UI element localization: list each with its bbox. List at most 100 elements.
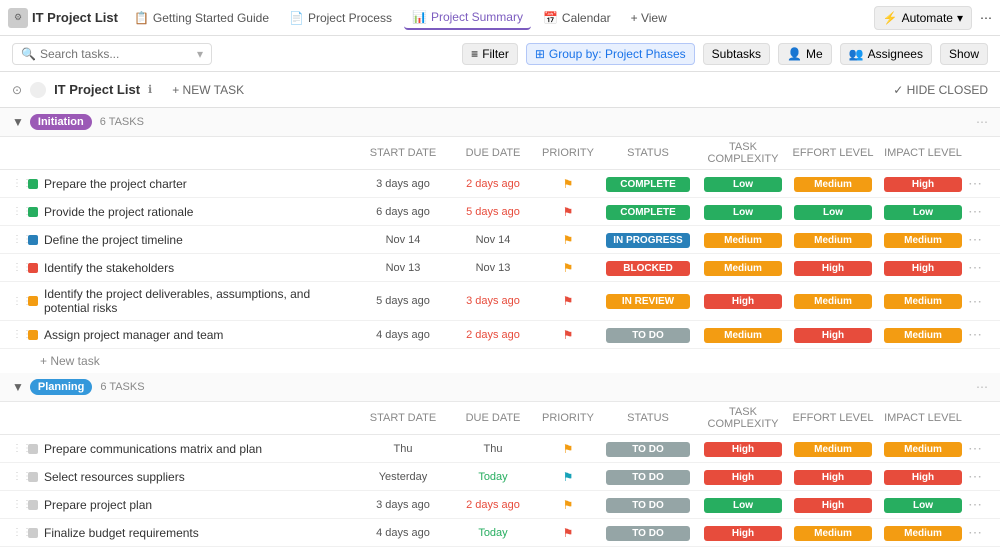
drag-handle[interactable]: ⋮⋮ (12, 499, 28, 510)
task-options[interactable]: ⋯ (968, 259, 988, 276)
task-name[interactable]: Assign project manager and team (44, 328, 358, 342)
task-complexity[interactable]: Low (698, 497, 788, 513)
task-name[interactable]: Select resources suppliers (44, 470, 358, 484)
task-priority[interactable]: ⚑ (538, 470, 598, 484)
task-complexity[interactable]: High (698, 441, 788, 457)
task-impact[interactable]: Medium (878, 327, 968, 343)
new-task-button[interactable]: + NEW TASK (172, 83, 244, 97)
project-info-icon[interactable]: ℹ (148, 83, 152, 96)
task-status[interactable]: TO DO (598, 327, 698, 343)
task-impact[interactable]: Medium (878, 232, 968, 248)
task-options[interactable]: ⋯ (968, 524, 988, 541)
task-priority[interactable]: ⚑ (538, 261, 598, 275)
task-effort[interactable]: Medium (788, 232, 878, 248)
task-options[interactable]: ⋯ (968, 231, 988, 248)
section-toggle[interactable]: ▼ (12, 380, 24, 394)
section-info-icon[interactable]: ⋯ (976, 115, 988, 129)
drag-handle[interactable]: ⋮⋮ (12, 527, 28, 538)
task-name[interactable]: Define the project timeline (44, 233, 358, 247)
task-effort[interactable]: Medium (788, 293, 878, 309)
task-effort[interactable]: High (788, 260, 878, 276)
drag-handle[interactable]: ⋮⋮ (12, 178, 28, 189)
task-effort[interactable]: Medium (788, 525, 878, 541)
task-options[interactable]: ⋯ (968, 293, 988, 310)
task-effort[interactable]: High (788, 469, 878, 485)
task-priority[interactable]: ⚑ (538, 294, 598, 308)
me-button[interactable]: 👤 Me (778, 43, 832, 65)
task-status[interactable]: TO DO (598, 469, 698, 485)
task-priority[interactable]: ⚑ (538, 498, 598, 512)
drag-handle[interactable]: ⋮⋮ (12, 471, 28, 482)
tab-add-view[interactable]: + View (623, 7, 675, 29)
search-box[interactable]: 🔍 ▾ (12, 43, 212, 65)
tab-project-process[interactable]: 📄 Project Process (281, 7, 400, 29)
task-status[interactable]: IN REVIEW (598, 293, 698, 309)
task-status[interactable]: TO DO (598, 497, 698, 513)
drag-handle[interactable]: ⋮⋮ (12, 296, 28, 307)
drag-handle[interactable]: ⋮⋮ (12, 329, 28, 340)
share-icon[interactable]: ⋯ (980, 11, 992, 25)
task-priority[interactable]: ⚑ (538, 328, 598, 342)
new-task-row[interactable]: + New task (0, 349, 1000, 373)
task-complexity[interactable]: Low (698, 204, 788, 220)
task-impact[interactable]: Low (878, 497, 968, 513)
task-status[interactable]: COMPLETE (598, 204, 698, 220)
task-status[interactable]: TO DO (598, 525, 698, 541)
task-options[interactable]: ⋯ (968, 468, 988, 485)
section-info-icon[interactable]: ⋯ (976, 380, 988, 394)
task-complexity[interactable]: Medium (698, 232, 788, 248)
task-effort[interactable]: High (788, 327, 878, 343)
task-effort[interactable]: Medium (788, 441, 878, 457)
task-options[interactable]: ⋯ (968, 440, 988, 457)
task-name[interactable]: Provide the project rationale (44, 205, 358, 219)
task-options[interactable]: ⋯ (968, 496, 988, 513)
task-impact[interactable]: Medium (878, 293, 968, 309)
task-name[interactable]: Identify the stakeholders (44, 261, 358, 275)
tab-project-summary[interactable]: 📊 Project Summary (404, 6, 531, 30)
task-status[interactable]: TO DO (598, 441, 698, 457)
task-status[interactable]: COMPLETE (598, 176, 698, 192)
task-priority[interactable]: ⚑ (538, 233, 598, 247)
task-impact[interactable]: Low (878, 204, 968, 220)
tab-calendar[interactable]: 📅 Calendar (535, 7, 619, 29)
section-toggle[interactable]: ▼ (12, 115, 24, 129)
task-effort[interactable]: High (788, 497, 878, 513)
hide-closed-button[interactable]: ✓ HIDE CLOSED (893, 83, 988, 97)
task-impact[interactable]: High (878, 469, 968, 485)
drag-handle[interactable]: ⋮⋮ (12, 234, 28, 245)
task-impact[interactable]: Medium (878, 525, 968, 541)
task-status[interactable]: IN PROGRESS (598, 232, 698, 248)
task-priority[interactable]: ⚑ (538, 205, 598, 219)
search-input[interactable] (40, 47, 193, 61)
task-effort[interactable]: Medium (788, 176, 878, 192)
task-complexity[interactable]: High (698, 293, 788, 309)
task-name[interactable]: Prepare project plan (44, 498, 358, 512)
task-complexity[interactable]: Low (698, 176, 788, 192)
collapse-icon[interactable]: ⊙ (12, 83, 22, 97)
task-complexity[interactable]: Medium (698, 327, 788, 343)
task-impact[interactable]: High (878, 176, 968, 192)
task-options[interactable]: ⋯ (968, 175, 988, 192)
assignees-button[interactable]: 👥 Assignees (840, 43, 932, 65)
subtasks-button[interactable]: Subtasks (703, 43, 770, 65)
task-name[interactable]: Prepare the project charter (44, 177, 358, 191)
task-effort[interactable]: Low (788, 204, 878, 220)
automate-button[interactable]: ⚡ Automate ▾ (874, 6, 972, 30)
task-options[interactable]: ⋯ (968, 203, 988, 220)
task-name[interactable]: Finalize budget requirements (44, 526, 358, 540)
task-complexity[interactable]: Medium (698, 260, 788, 276)
show-button[interactable]: Show (940, 43, 988, 65)
filter-button[interactable]: ≡ Filter (462, 43, 518, 65)
task-complexity[interactable]: High (698, 469, 788, 485)
group-by-button[interactable]: ⊞ Group by: Project Phases (526, 43, 695, 65)
drag-handle[interactable]: ⋮⋮ (12, 206, 28, 217)
task-name[interactable]: Prepare communications matrix and plan (44, 442, 358, 456)
tab-getting-started[interactable]: 📋 Getting Started Guide (126, 7, 277, 29)
task-impact[interactable]: High (878, 260, 968, 276)
task-priority[interactable]: ⚑ (538, 177, 598, 191)
task-priority[interactable]: ⚑ (538, 442, 598, 456)
drag-handle[interactable]: ⋮⋮ (12, 443, 28, 454)
task-options[interactable]: ⋯ (968, 326, 988, 343)
task-priority[interactable]: ⚑ (538, 526, 598, 540)
task-name[interactable]: Identify the project deliverables, assum… (44, 287, 358, 315)
